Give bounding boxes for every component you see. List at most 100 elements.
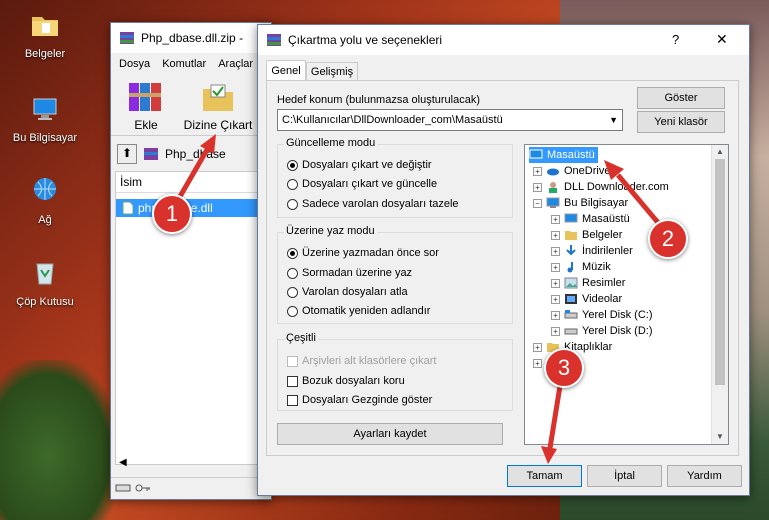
check-show-explorer[interactable]: Dosyaları Gezginde göster (287, 394, 432, 406)
cancel-button[interactable]: İptal (587, 465, 662, 487)
check-label: Dosyaları Gezginde göster (302, 394, 433, 406)
drive-icon (564, 328, 578, 335)
desktop-icon-bu-bilgisayar[interactable]: Bu Bilgisayar (5, 92, 85, 144)
check-keep-broken[interactable]: Bozuk dosyaları koru (287, 375, 405, 387)
radio-button[interactable] (287, 159, 298, 171)
expand-icon[interactable]: + (551, 326, 560, 336)
annotation-step-1: 1 (152, 194, 192, 234)
tree-label: Yerel Disk (D:) (582, 325, 653, 337)
tree-item-belgeler[interactable]: + Belgeler (551, 227, 622, 243)
new-folder-button[interactable]: Yeni klasör (637, 111, 725, 133)
drive-icon (564, 310, 578, 319)
ok-button[interactable]: Tamam (507, 465, 582, 487)
radio-label: Dosyaları çıkart ve değiştir (302, 159, 432, 171)
up-folder-button[interactable]: ⬆ (117, 144, 137, 164)
add-button[interactable]: Ekle (121, 79, 171, 132)
checkbox[interactable] (287, 394, 298, 406)
radio-button[interactable] (287, 305, 298, 317)
computer-icon (546, 197, 560, 208)
tree-label: Bu Bilgisayar (564, 197, 629, 209)
radio-label: Sormadan üzerine yaz (302, 267, 413, 279)
winrar-titlebar: Php_dbase.dll.zip - (111, 23, 271, 53)
menu-bar: Dosya Komutlar Araçlar (111, 54, 279, 74)
expand-icon[interactable]: + (533, 166, 542, 176)
radio-refresh-existing[interactable]: Sadece varolan dosyaları tazele (287, 198, 459, 210)
tree-item-muzik[interactable]: + Müzik (551, 259, 611, 275)
desktop-icon (564, 213, 578, 223)
scroll-down-arrow[interactable]: ▼ (712, 430, 728, 444)
expand-icon[interactable]: + (551, 294, 560, 304)
radio-button[interactable] (287, 178, 298, 190)
expand-icon[interactable]: + (551, 278, 560, 288)
extract-to-button[interactable]: Dizine Çıkart (179, 79, 257, 132)
radio-button[interactable] (287, 286, 298, 298)
desktop-icon-belgeler[interactable]: Belgeler (5, 8, 85, 60)
tab-genel[interactable]: Genel (266, 60, 306, 81)
expand-icon[interactable]: + (533, 358, 542, 368)
tree-item-disk-c[interactable]: + Yerel Disk (C:) (551, 307, 653, 323)
help-dialog-button[interactable]: Yardım (667, 465, 742, 487)
expand-icon[interactable]: + (533, 182, 542, 192)
chevron-down-icon[interactable]: ▼ (609, 110, 618, 130)
menu-komutlar[interactable]: Komutlar (162, 54, 206, 74)
radio-button[interactable] (287, 247, 298, 259)
radio-label: Varolan dosyaları atla (302, 286, 408, 298)
scroll-up-arrow[interactable]: ▲ (712, 145, 728, 159)
check-label: Arşivleri alt klasörlere çıkart (302, 355, 437, 367)
radio-skip-existing[interactable]: Varolan dosyaları atla (287, 286, 408, 298)
tree-item-onedrive[interactable]: + OneDrive (533, 163, 610, 179)
collapse-icon[interactable]: − (533, 198, 542, 208)
expand-icon[interactable]: + (551, 246, 560, 256)
tree-item-resimler[interactable]: + Resimler (551, 275, 625, 291)
show-button[interactable]: Göster (637, 87, 725, 109)
column-header-name[interactable]: İsim (116, 172, 266, 193)
help-button[interactable]: ? (672, 32, 679, 47)
tree-label: Masaüstü (582, 213, 630, 225)
radio-button[interactable] (287, 267, 298, 279)
expand-icon[interactable]: + (551, 230, 560, 240)
desktop-icon-ag[interactable]: Ağ (5, 174, 85, 226)
expand-icon[interactable]: + (551, 214, 560, 224)
tree-item-videolar[interactable]: + Videolar (551, 291, 622, 307)
tree-item-masaustu-root[interactable]: Masaüstü (529, 147, 598, 163)
add-label: Ekle (134, 118, 158, 132)
tree-scrollbar[interactable]: ▲ ▼ (711, 145, 728, 444)
expand-icon[interactable]: + (551, 262, 560, 272)
expand-icon[interactable]: + (533, 342, 542, 352)
extract-dialog: Çıkartma yolu ve seçenekleri ? ✕ Genel G… (257, 24, 750, 496)
check-subfolders: Arşivleri alt klasörlere çıkart (287, 355, 436, 367)
radio-overwrite-without[interactable]: Sormadan üzerine yaz (287, 267, 412, 279)
desktop-icon-cop-kutusu[interactable]: Çöp Kutusu (5, 256, 85, 308)
dest-label: Hedef konum (bulunmazsa oluşturulacak) (277, 94, 480, 106)
scroll-left-arrow[interactable]: ◀ (119, 457, 127, 468)
menu-dosya[interactable]: Dosya (119, 54, 150, 74)
extract-folder-icon (203, 84, 233, 111)
radio-extract-update[interactable]: Dosyaları çıkart ve güncelle (287, 178, 437, 190)
extract-to-label: Dizine Çıkart (183, 118, 253, 132)
tree-item-disk-d[interactable]: + Yerel Disk (D:) (551, 323, 653, 339)
radio-auto-rename[interactable]: Otomatik yeniden adlandır (287, 305, 430, 317)
folder-tree[interactable]: Masaüstü + OneDrive + DLL Downloader.com −… (524, 144, 729, 445)
tree-label: Müzik (582, 261, 611, 273)
dialog-titlebar: Çıkartma yolu ve seçenekleri ? ✕ (258, 25, 749, 55)
dest-path-combobox[interactable]: C:\Kullanıcılar\DllDownloader_com\Masaüs… (277, 109, 623, 131)
radio-label: Sadece varolan dosyaları tazele (302, 198, 459, 210)
expand-icon[interactable]: + (551, 310, 560, 320)
menu-araclar[interactable]: Araçlar (218, 54, 253, 74)
tree-label: İndirilenler (582, 245, 633, 257)
archive-icon (144, 148, 158, 160)
radio-button[interactable] (287, 198, 298, 210)
tree-item-bu-bilgisayar[interactable]: − Bu Bilgisayar (533, 195, 628, 211)
save-settings-button[interactable]: Ayarları kaydet (277, 423, 503, 445)
annotation-step-2: 2 (648, 219, 688, 259)
radio-extract-replace[interactable]: Dosyaları çıkart ve değiştir (287, 159, 432, 171)
tree-item-dll-downloader[interactable]: + DLL Downloader.com (533, 179, 669, 195)
desktop-icon (529, 149, 543, 159)
tree-item-masaustu[interactable]: + Masaüstü (551, 211, 630, 227)
close-button[interactable]: ✕ (716, 31, 728, 48)
tab-gelismis[interactable]: Gelişmiş (306, 62, 358, 81)
radio-ask-before[interactable]: Üzerine yazmadan önce sor (287, 247, 439, 259)
checkbox[interactable] (287, 375, 298, 387)
scroll-thumb[interactable] (715, 159, 725, 385)
tree-item-indirilenler[interactable]: + İndirilenler (551, 243, 633, 259)
